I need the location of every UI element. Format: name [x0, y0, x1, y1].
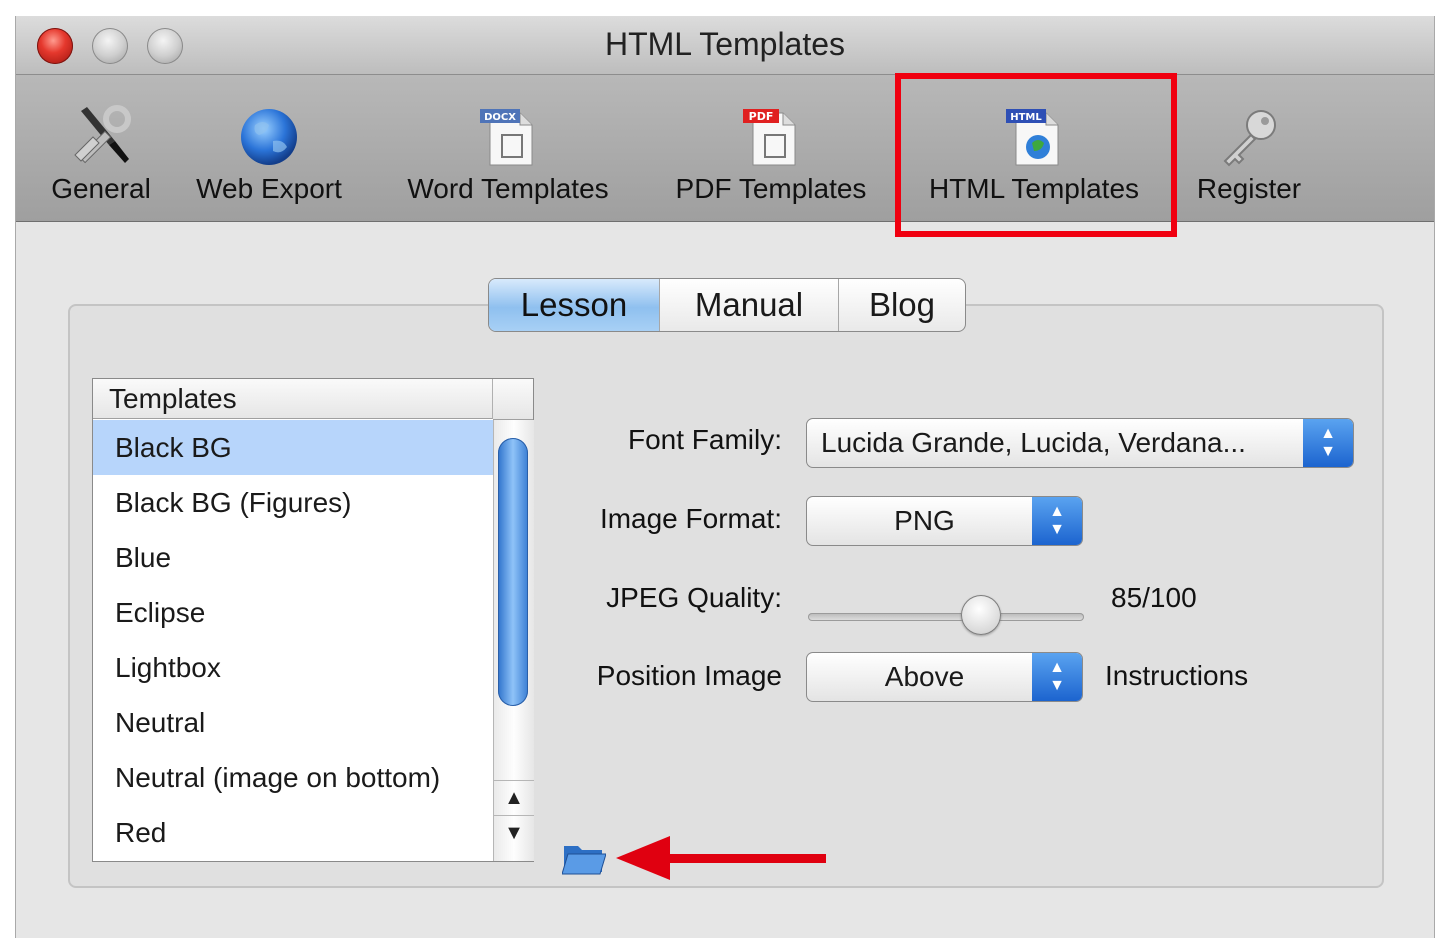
list-item[interactable]: Black BG (Figures) — [93, 475, 493, 530]
popup-arrows-icon: ▲ ▼ — [1303, 419, 1353, 467]
image-format-popup[interactable]: PNG ▲ ▼ — [806, 496, 1083, 546]
red-arrow-icon — [616, 836, 826, 880]
header-corner — [493, 379, 533, 420]
html-templates-highlight — [895, 73, 1177, 237]
svg-text:DOCX: DOCX — [484, 112, 516, 123]
position-image-value: Above — [884, 661, 965, 692]
preferences-window: HTML Templates General Web Export DOCX W… — [15, 16, 1435, 938]
toolbar-item-web-export[interactable]: Web Export — [184, 75, 354, 221]
toolbar-item-label: Word Templates — [407, 173, 609, 204]
jpeg-quality-label: JPEG Quality: — [606, 582, 782, 613]
toolbar-item-label: Web Export — [196, 173, 342, 204]
list-item[interactable]: Neutral (image on bottom) — [93, 750, 493, 805]
position-image-popup[interactable]: Above ▲ ▼ — [806, 652, 1083, 702]
tab-blog[interactable]: Blog — [839, 279, 965, 331]
image-format-value: PNG — [894, 505, 955, 536]
tab-lesson[interactable]: Lesson — [489, 279, 660, 331]
jpeg-quality-slider-track[interactable] — [808, 613, 1084, 621]
toolbar-item-register[interactable]: Register — [1184, 75, 1314, 221]
toolbar-item-label: PDF Templates — [675, 173, 867, 204]
templates-column-header[interactable]: Templates — [93, 379, 493, 419]
font-family-label: Font Family: — [627, 424, 782, 455]
list-item[interactable]: Red — [93, 805, 493, 860]
docx-icon: DOCX — [480, 109, 533, 166]
list-item[interactable]: Eclipse — [93, 585, 493, 640]
toolbar-item-label: Register — [1196, 173, 1302, 204]
templates-scrollbar[interactable]: ▲ ▼ — [493, 420, 534, 861]
font-family-value: Lucida Grande, Lucida, Verdana... — [821, 427, 1246, 458]
tab-manual[interactable]: Manual — [660, 279, 839, 331]
svg-text:PDF: PDF — [749, 110, 774, 123]
list-item[interactable]: Blue — [93, 530, 493, 585]
font-family-popup[interactable]: Lucida Grande, Lucida, Verdana... ▲ ▼ — [806, 418, 1354, 468]
toolbar-item-general[interactable]: General — [26, 75, 176, 221]
position-image-label: Position Image — [596, 660, 782, 691]
title-bar: HTML Templates — [16, 16, 1434, 75]
scroll-up-arrow-icon[interactable]: ▲ — [494, 780, 534, 815]
position-image-suffix: Instructions — [1105, 660, 1249, 691]
list-item[interactable]: Lightbox — [93, 640, 493, 695]
toolbar-item-label: General — [51, 173, 151, 204]
toolbar: General Web Export DOCX Word Templates P… — [16, 75, 1434, 222]
jpeg-quality-value: 85/100 — [1111, 582, 1197, 613]
image-format-label: Image Format: — [599, 503, 782, 534]
scrollbar-thumb[interactable] — [498, 438, 528, 706]
list-item[interactable]: Neutral — [93, 695, 493, 750]
window-title: HTML Templates — [604, 26, 846, 62]
toolbar-item-word-templates[interactable]: DOCX Word Templates — [388, 75, 628, 221]
popup-arrows-icon: ▲ ▼ — [1032, 497, 1082, 545]
list-item[interactable]: Black BG — [93, 420, 493, 475]
segmented-tabs: Lesson Manual Blog — [488, 278, 966, 332]
key-icon — [1223, 110, 1276, 167]
templates-list: Templates Black BG Black BG (Figures) Bl… — [92, 378, 534, 862]
tools-icon — [74, 105, 131, 164]
toolbar-item-pdf-templates[interactable]: PDF PDF Templates — [656, 75, 886, 221]
scroll-down-arrow-icon[interactable]: ▼ — [494, 815, 534, 850]
folder-icon[interactable] — [562, 840, 606, 876]
globe-icon — [241, 109, 297, 165]
popup-arrows-icon: ▲ ▼ — [1032, 653, 1082, 701]
pdf-icon: PDF — [743, 109, 796, 166]
